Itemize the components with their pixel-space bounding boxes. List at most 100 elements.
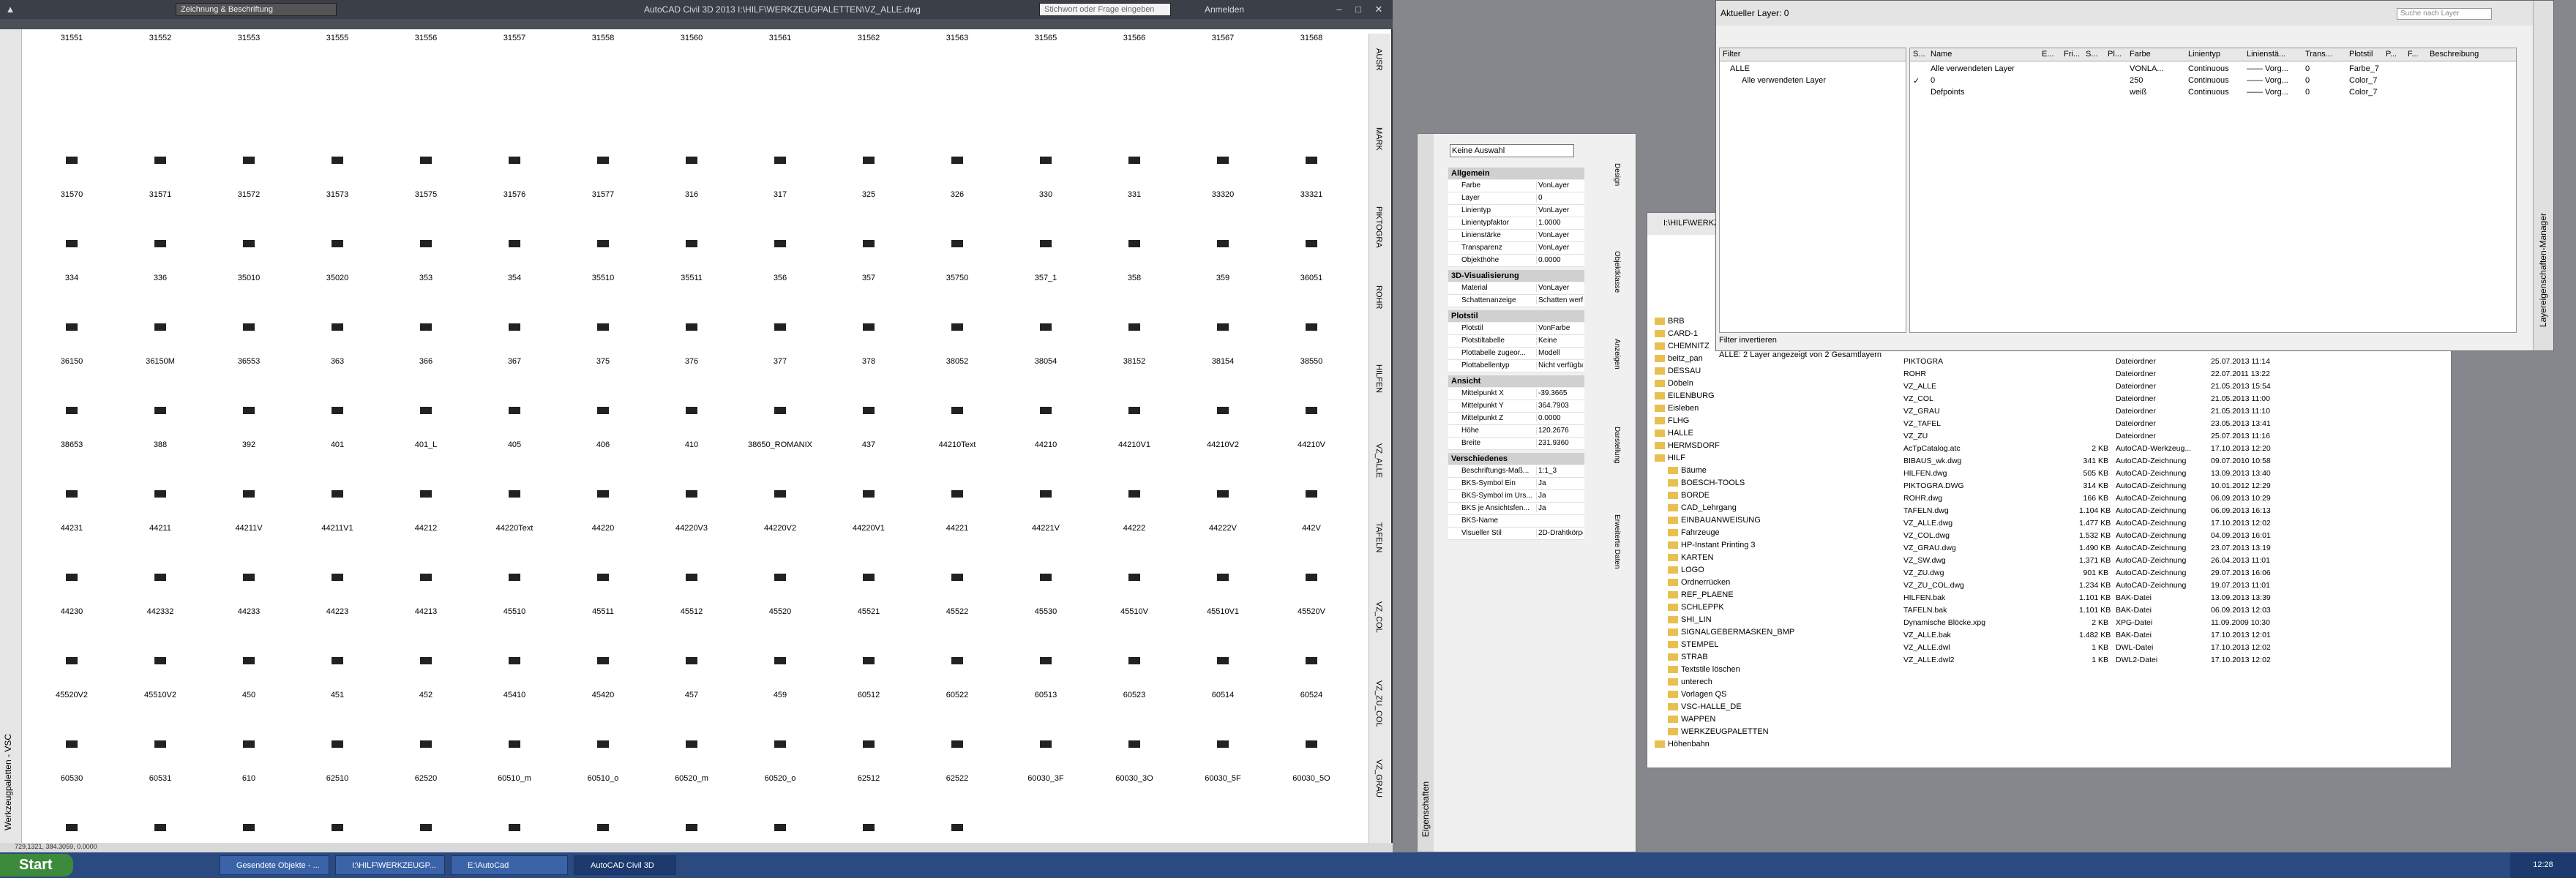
property-row[interactable]: Plottabelle zugeor... Modell — [1448, 348, 1584, 360]
palette-tool[interactable]: 60520_m — [645, 701, 738, 793]
palette-tool[interactable]: 35010 — [202, 200, 296, 293]
palette-tool[interactable]: 36150M — [113, 284, 207, 376]
palette-tool[interactable]: 44211V — [202, 451, 296, 543]
file-row[interactable]: VZ_ALLE Dateiordner 21.05.2013 15:54 — [1903, 380, 2445, 393]
palette-tool[interactable]: 45510V — [1087, 534, 1181, 626]
taskbar-task[interactable]: E:\AutoCad — [451, 855, 568, 875]
palette-tool[interactable]: 31570 — [25, 117, 119, 209]
layer-col-header[interactable]: Beschreibung — [2430, 50, 2479, 59]
palette-tool[interactable]: 60523 — [1087, 618, 1181, 710]
property-group[interactable]: 3D-Visualisierung — [1448, 270, 1584, 282]
property-row[interactable]: Visueller Stil 2D-Drahtkörper — [1448, 528, 1584, 540]
layer-row[interactable]: Defpoints weiß Continuous —— Vorg... 0 Color_… — [1910, 86, 2516, 98]
palette-tool[interactable]: 31571 — [113, 117, 207, 209]
palette-tool[interactable]: 31551 — [25, 34, 119, 126]
property-row[interactable]: Layer 0 — [1448, 192, 1584, 205]
layer-col-header[interactable]: S... — [2086, 50, 2098, 59]
palette-tool[interactable]: 45520V — [1265, 534, 1358, 626]
invert-filter-checkbox[interactable]: Filter invertieren — [1719, 336, 1777, 345]
palette-tool[interactable]: 366 — [379, 284, 473, 376]
layer-col-header[interactable]: P... — [2386, 50, 2397, 59]
file-row[interactable]: TAFELN.bak 1.101 KB BAK-Datei 06.09.2013 12… — [1903, 604, 2445, 617]
palette-tool[interactable]: 354 — [468, 200, 561, 293]
palette-tool[interactable]: 45521 — [822, 534, 916, 626]
palette-tab-piktogra[interactable]: PIKTOGRA — [1374, 206, 1383, 248]
palette-tool[interactable]: 44220 — [556, 451, 650, 543]
file-row[interactable]: VZ_ALLE.bak 1.482 KB BAK-Datei 17.10.2013 1… — [1903, 629, 2445, 642]
file-row[interactable]: VZ_COL Dateiordner 21.05.2013 11:00 — [1903, 393, 2445, 405]
property-row[interactable]: Höhe 120.2676 — [1448, 425, 1584, 438]
file-row[interactable]: TAFELN.dwg 1.104 KB AutoCAD-Zeichnung 06.09… — [1903, 505, 2445, 517]
palette-tool[interactable]: 410 — [645, 367, 738, 459]
palette-tool[interactable]: 45420 — [556, 618, 650, 710]
palette-tool[interactable]: 356 — [733, 200, 827, 293]
palette-tool[interactable]: 60530 — [25, 701, 119, 793]
palette-tool[interactable]: 31557 — [468, 34, 561, 126]
taskbar-task[interactable]: I:\HILF\WERKZEUGP... — [335, 855, 445, 875]
palette-tool[interactable]: 442332 — [113, 534, 207, 626]
palette-tool[interactable]: 375 — [556, 284, 650, 376]
palette-tool[interactable]: 325 — [822, 117, 916, 209]
palette-tool[interactable]: 45510V1 — [1176, 534, 1270, 626]
property-row[interactable]: Linientyp VonLayer — [1448, 205, 1584, 217]
palette-tool[interactable]: 392 — [202, 367, 296, 459]
file-row[interactable]: VZ_COL.dwg 1.532 KB AutoCAD-Zeichnung 04.09… — [1903, 530, 2445, 542]
properties-tab[interactable]: Darstellung — [1608, 427, 1621, 464]
palette-tool[interactable]: 44220V3 — [645, 451, 738, 543]
layer-col-header[interactable]: Fri... — [2064, 50, 2080, 59]
file-row[interactable]: VZ_ALLE.dwl2 1 KB DWL2-Datei 17.10.2013 12:… — [1903, 654, 2445, 667]
palette-tool[interactable]: 31552 — [113, 34, 207, 126]
palette-tool[interactable]: 31566 — [1087, 34, 1181, 126]
palette-tool[interactable]: 44220V2 — [733, 451, 827, 543]
palette-tool[interactable]: 38154 — [1176, 284, 1270, 376]
palette-tool[interactable]: 31573 — [291, 117, 384, 209]
taskbar-task[interactable]: AutoCAD Civil 3D 201... — [574, 855, 676, 875]
palette-tool[interactable]: 357_1 — [999, 200, 1093, 293]
palette-tool[interactable]: 459 — [733, 618, 827, 710]
property-row[interactable]: Mittelpunkt X -39.3665 — [1448, 388, 1584, 400]
palette-tool[interactable]: 610 — [202, 701, 296, 793]
palette-tool[interactable]: 401_L — [379, 367, 473, 459]
property-row[interactable]: BKS-Symbol im Urs... Ja — [1448, 490, 1584, 503]
palette-tab-vz_zu_col[interactable]: VZ_ZU_COL — [1374, 680, 1383, 727]
palette-tool[interactable]: 45530 — [999, 534, 1093, 626]
palette-tool[interactable]: 44210V2 — [1176, 367, 1270, 459]
layer-col-header[interactable]: F... — [2408, 50, 2419, 59]
property-group[interactable]: Plotstil — [1448, 310, 1584, 322]
file-row[interactable]: Dynamische Blöcke.xpg 2 KB XPG-Datei 11.09.… — [1903, 617, 2445, 629]
palette-tool[interactable]: 45410 — [468, 618, 561, 710]
close-icon[interactable]: ✕ — [1371, 3, 1386, 16]
file-row[interactable]: VZ_SW.dwg 1.371 KB AutoCAD-Zeichnung 26.04.… — [1903, 555, 2445, 567]
file-row[interactable]: VZ_ALLE.dwg 1.477 KB AutoCAD-Zeichnung 17.1… — [1903, 517, 2445, 530]
palette-tool[interactable]: 60531 — [113, 701, 207, 793]
palette-tool[interactable]: 38653 — [25, 367, 119, 459]
palette-tool[interactable]: 35511 — [645, 200, 738, 293]
palette-tool[interactable]: 38052 — [910, 284, 1004, 376]
start-button[interactable]: Start — [0, 854, 73, 877]
file-row[interactable]: AcTpCatalog.atc 2 KB AutoCAD-Werkzeug... 17… — [1903, 443, 2445, 455]
palette-tool[interactable]: 38650_ROMANIX — [733, 367, 827, 459]
palette-tool[interactable]: 331 — [1087, 117, 1181, 209]
property-row[interactable]: Material VonLayer — [1448, 282, 1584, 295]
file-row[interactable]: VZ_GRAU Dateiordner 21.05.2013 11:10 — [1903, 405, 2445, 418]
palette-tool[interactable]: 35020 — [291, 200, 384, 293]
palette-tool[interactable]: 31561 — [733, 34, 827, 126]
palette-tool[interactable]: 44210 — [999, 367, 1093, 459]
palette-tool[interactable]: 45511 — [556, 534, 650, 626]
palette-tool[interactable]: 44211V1 — [291, 451, 384, 543]
file-row[interactable]: PIKTOGRA.DWG 314 KB AutoCAD-Zeichnung 10.01… — [1903, 480, 2445, 492]
property-row[interactable]: Objekthöhe 0.0000 — [1448, 255, 1584, 267]
layer-col-header[interactable]: Name — [1931, 50, 1952, 59]
file-row[interactable]: VZ_TAFEL Dateiordner 23.05.2013 13:41 — [1903, 418, 2445, 430]
file-row[interactable]: ROHR.dwg 166 KB AutoCAD-Zeichnung 06.09.201… — [1903, 492, 2445, 505]
maximize-icon[interactable]: □ — [1351, 3, 1366, 16]
palette-tool[interactable]: 33320 — [1176, 117, 1270, 209]
palette-tool[interactable]: 376 — [645, 284, 738, 376]
palette-tool[interactable]: 45520V2 — [25, 618, 119, 710]
palette-tool[interactable]: 405 — [468, 367, 561, 459]
palette-tool[interactable]: 44222 — [1087, 451, 1181, 543]
palette-tool[interactable]: 60510_m — [468, 701, 561, 793]
file-row[interactable]: PIKTOGRA Dateiordner 25.07.2013 11:14 — [1903, 356, 2445, 368]
layer-col-header[interactable]: Linientyp — [2188, 50, 2220, 59]
palette-tool[interactable]: 359 — [1176, 200, 1270, 293]
